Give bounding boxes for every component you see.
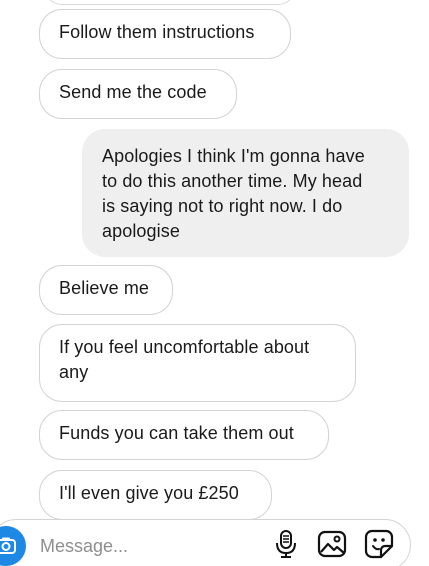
message-text: Send me the code [59, 82, 207, 102]
message-text-line: apologise [102, 221, 180, 241]
message-bubble-incoming[interactable]: If you feel uncomfortable about any [39, 324, 356, 402]
message-text-line: If you feel uncomfortable about [59, 337, 310, 357]
microphone-icon[interactable] [271, 528, 301, 560]
message-bubble-incoming[interactable]: Funds you can take them out [39, 410, 329, 460]
camera-icon [0, 537, 16, 554]
chat-screen: Follow them instructions Send me the cod… [0, 0, 429, 566]
image-gallery-icon[interactable] [315, 528, 349, 560]
message-bubble-incoming[interactable]: I'll even give you £250 [39, 470, 272, 520]
message-input[interactable]: Message... [40, 534, 128, 558]
message-text-line: Apologies I think I'm gonna have [102, 146, 365, 166]
message-text: Funds you can take them out [59, 423, 294, 443]
message-bubble-incoming[interactable]: Believe me [39, 265, 173, 315]
message-text-line: is saying not to right now. I do [102, 196, 343, 216]
sticker-icon[interactable] [362, 528, 396, 560]
message-bubble-outgoing[interactable]: Apologies I think I'm gonna have to do t… [82, 129, 409, 257]
message-bubble-incoming[interactable]: Send me the code [39, 69, 237, 119]
previous-message-bubble-partial [44, 0, 296, 5]
message-text: Follow them instructions [59, 22, 255, 42]
message-text: Believe me [59, 278, 150, 298]
message-text: I'll even give you £250 [59, 483, 239, 503]
message-text-line: any [59, 362, 89, 382]
message-bubble-incoming[interactable]: Follow them instructions [39, 9, 291, 59]
message-text-line: to do this another time. My head [102, 171, 363, 191]
